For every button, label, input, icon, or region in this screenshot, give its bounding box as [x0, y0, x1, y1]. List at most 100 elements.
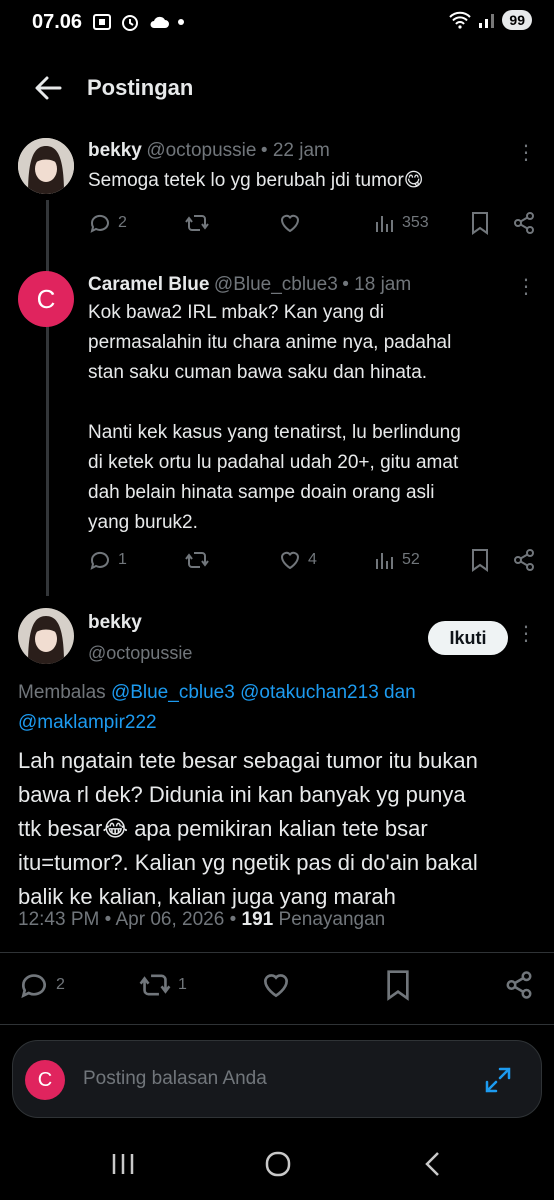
share-button[interactable] — [504, 970, 534, 1000]
retweet-button[interactable] — [184, 211, 210, 235]
reply-button[interactable]: 1 — [88, 548, 127, 572]
bookmark-icon — [472, 212, 488, 235]
more-options-icon[interactable]: ⋮ — [516, 140, 536, 165]
text-line: dah belain hinata sampe doain orang asli — [88, 482, 435, 503]
like-count: 4 — [308, 551, 317, 568]
replying-to: Membalas @Blue_cblue3 @otakuchan213 dan … — [18, 678, 538, 738]
views-icon — [376, 216, 393, 232]
avatar-letter: C — [37, 1068, 53, 1091]
text-line — [88, 388, 538, 418]
like-button[interactable] — [260, 969, 292, 1001]
bookmark-icon — [387, 970, 409, 1001]
author-handle[interactable]: @octopussie — [88, 643, 192, 664]
reply-count: 2 — [118, 214, 127, 231]
heart-icon — [263, 974, 289, 998]
views-label: Penayangan — [278, 909, 386, 930]
text-line: Kok bawa2 IRL mbak? Kan yang di — [88, 302, 385, 323]
share-button[interactable] — [512, 548, 536, 572]
more-options-icon[interactable]: ⋮ — [516, 621, 536, 646]
tweet-actions: 1 4 52 — [0, 545, 554, 575]
mention-and: dan — [384, 682, 416, 703]
reply-button[interactable]: 2 — [18, 969, 65, 1001]
views-count: 52 — [402, 551, 420, 568]
author-name[interactable]: bekky — [88, 612, 142, 634]
avatar[interactable] — [18, 138, 74, 194]
status-icons — [92, 12, 184, 32]
tweet-time: 12:43 PM — [18, 909, 100, 930]
alarm-icon — [122, 15, 138, 31]
like-button[interactable] — [278, 211, 302, 235]
text-line: Nanti kek kasus yang tenatirst, lu berli… — [88, 422, 461, 443]
author-handle[interactable]: @Blue_cblue3 — [214, 274, 338, 295]
wifi-icon — [449, 11, 472, 29]
text-line: ttk besar😂 apa pemikiran kalian tete bsa… — [18, 816, 428, 841]
share-button[interactable] — [512, 211, 536, 235]
replying-prefix: Membalas — [18, 682, 106, 703]
retweet-button[interactable]: 1 — [138, 969, 187, 1001]
reply-count: 1 — [118, 551, 127, 568]
avatar: C — [25, 1060, 65, 1100]
mention-link[interactable]: @otakuchan213 — [240, 682, 379, 703]
screenshot-icon — [93, 14, 111, 30]
main-tweet-actions: 2 1 — [0, 969, 554, 1001]
retweet-icon — [185, 215, 209, 231]
author-handle[interactable]: @octopussie — [146, 140, 256, 161]
reply-input[interactable]: Posting balasan Anda — [83, 1068, 267, 1090]
bookmark-button[interactable] — [470, 211, 490, 235]
like-button[interactable]: 4 — [278, 548, 317, 572]
bookmark-button[interactable] — [470, 548, 490, 572]
reply-button[interactable]: 2 — [88, 211, 127, 235]
tweet-header: bekky @octopussie • 22 jam — [88, 140, 330, 162]
retweet-count: 1 — [178, 976, 187, 993]
battery-indicator: 99 — [502, 10, 532, 30]
status-time: 07.06 — [32, 11, 83, 33]
tweet-time: • 18 jam — [342, 274, 412, 295]
follow-button[interactable]: Ikuti — [428, 621, 508, 655]
text-line: stan saku cuman bawa saku dan hinata. — [88, 362, 428, 383]
reply-composer[interactable]: C Posting balasan Anda — [12, 1040, 542, 1118]
more-options-icon[interactable]: ⋮ — [516, 274, 536, 299]
views-button[interactable]: 353 — [374, 212, 429, 234]
mention-link[interactable]: @maklampir222 — [18, 712, 157, 733]
share-icon — [514, 212, 534, 234]
heart-icon — [280, 214, 300, 233]
text-line: permasalahin itu chara anime nya, padaha… — [88, 332, 452, 353]
recent-apps-icon[interactable] — [110, 1152, 136, 1176]
avatar[interactable]: C — [18, 271, 74, 327]
profile-photo-icon — [18, 138, 74, 194]
tweet-header: Caramel Blue @Blue_cblue3 • 18 jam — [88, 274, 411, 296]
back-arrow-icon[interactable] — [30, 72, 66, 104]
status-right: 99 — [448, 10, 532, 30]
tweet-time: • 22 jam — [260, 140, 330, 161]
status-bar: 07.06 99 — [0, 0, 554, 44]
thread-line — [46, 200, 49, 596]
author-name[interactable]: Caramel Blue — [88, 274, 209, 295]
tweet-text: Kok bawa2 IRL mbak? Kan yang di permasal… — [88, 298, 538, 538]
top-bar: Postingan — [0, 60, 554, 116]
views-button[interactable]: 52 — [374, 549, 420, 571]
bookmark-icon — [472, 549, 488, 572]
expand-icon[interactable] — [483, 1065, 513, 1095]
tweet-actions: 2 353 — [0, 208, 554, 238]
retweet-icon — [185, 552, 209, 568]
avatar[interactable] — [18, 608, 74, 664]
main-tweet-text: Lah ngatain tete besar sebagai tumor itu… — [18, 744, 548, 914]
retweet-icon — [139, 974, 171, 996]
bookmark-button[interactable] — [384, 969, 412, 1001]
system-back-icon[interactable] — [422, 1150, 442, 1178]
mention-link[interactable]: @Blue_cblue3 — [111, 682, 235, 703]
reply-icon — [90, 551, 109, 570]
home-icon[interactable] — [264, 1150, 292, 1178]
views-count: 353 — [402, 214, 429, 231]
divider — [0, 952, 554, 953]
system-nav-bar — [0, 1130, 554, 1200]
retweet-button[interactable] — [184, 548, 210, 572]
text-line: di ketek ortu lu padahal udah 20+, gitu … — [88, 452, 459, 473]
text-line: Lah ngatain tete besar sebagai tumor itu… — [18, 748, 478, 773]
cloud-icon — [150, 16, 169, 28]
reply-icon — [90, 214, 109, 233]
heart-icon — [280, 551, 300, 570]
author-name[interactable]: bekky — [88, 140, 142, 161]
tweet-text: Semoga tetek lo yg berubah jdi tumor😋 — [88, 170, 424, 191]
signal-icon — [479, 14, 495, 28]
